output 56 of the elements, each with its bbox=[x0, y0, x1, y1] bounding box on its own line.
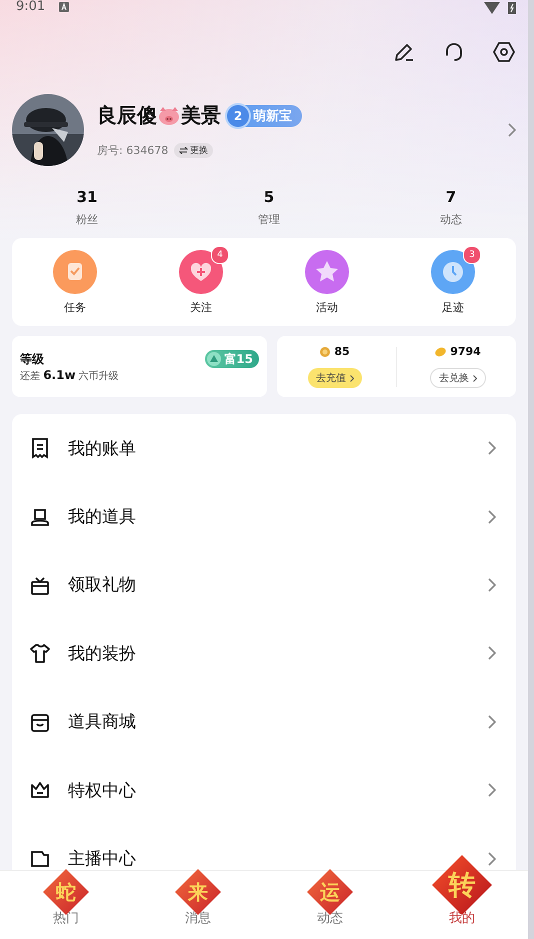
level-badge: 2 萌新宝 bbox=[227, 104, 302, 126]
chevron-icon bbox=[488, 714, 496, 729]
quick-action-icon[interactable] bbox=[305, 250, 349, 294]
menu-icon bbox=[29, 642, 51, 664]
count-badge: 4 bbox=[211, 246, 229, 264]
stat-label: 管理 bbox=[258, 212, 280, 227]
rank-badge: 富15 bbox=[205, 350, 259, 368]
upgrade-hint: 还差 6.1w 六币升级 bbox=[20, 368, 120, 383]
settings-icon[interactable] bbox=[492, 40, 516, 64]
pig-icon bbox=[157, 106, 181, 126]
balance-amount: 85 bbox=[334, 345, 350, 358]
balance-amount: 9794 bbox=[450, 345, 481, 358]
room-number: 房号: 634678 bbox=[97, 143, 168, 158]
quick-action-label[interactable]: 活动 bbox=[316, 300, 338, 315]
menu-item[interactable]: 我的道具 bbox=[68, 505, 136, 528]
chevron-icon bbox=[488, 510, 496, 524]
notification-icon bbox=[59, 2, 70, 12]
menu-icon bbox=[29, 437, 51, 460]
stat-value: 7 bbox=[446, 188, 456, 206]
menu-item[interactable]: 特权中心 bbox=[68, 778, 136, 802]
chevron-icon bbox=[473, 374, 477, 382]
user-name: 良辰傻 bbox=[97, 102, 157, 129]
menu-item[interactable]: 主播中心 bbox=[68, 847, 136, 870]
quick-action-label[interactable]: 关注 bbox=[190, 300, 212, 315]
battery-icon bbox=[508, 2, 516, 14]
menu-item[interactable]: 我的装扮 bbox=[68, 642, 136, 665]
status-time: 9:01 bbox=[16, 0, 46, 14]
quick-action-icon[interactable] bbox=[179, 250, 223, 294]
quick-action-icon[interactable] bbox=[431, 250, 475, 294]
switch-button[interactable]: 更换 bbox=[174, 143, 214, 158]
menu-item[interactable]: 领取礼物 bbox=[68, 573, 136, 596]
chevron-icon bbox=[488, 783, 496, 798]
menu-item[interactable]: 道具商城 bbox=[68, 710, 136, 734]
quick-action-icon[interactable] bbox=[53, 250, 97, 294]
menu-item[interactable]: 我的账单 bbox=[68, 436, 136, 460]
recharge-button[interactable]: 去充值 bbox=[308, 368, 362, 388]
count-badge: 3 bbox=[463, 246, 481, 264]
chevron-icon[interactable] bbox=[508, 123, 516, 137]
chevron-icon bbox=[488, 646, 496, 660]
swap-icon bbox=[179, 147, 188, 154]
chevron-icon bbox=[350, 374, 354, 382]
stat-value: 31 bbox=[76, 188, 98, 206]
quick-action-label[interactable]: 足迹 bbox=[442, 300, 464, 315]
user-name: 美景 bbox=[181, 102, 221, 129]
exchange-button[interactable]: 去兑换 bbox=[430, 368, 486, 388]
chevron-icon bbox=[488, 578, 496, 592]
signal-icon bbox=[484, 2, 500, 14]
quick-action-label[interactable]: 任务 bbox=[64, 300, 86, 315]
level-title: 等级 bbox=[20, 350, 44, 368]
bean-icon bbox=[435, 346, 446, 356]
chevron-icon bbox=[488, 441, 496, 456]
stat-label: 动态 bbox=[440, 212, 462, 227]
stat-label: 粉丝 bbox=[76, 212, 98, 227]
stat-value: 5 bbox=[264, 188, 274, 206]
coin-icon bbox=[320, 346, 330, 356]
chevron-icon bbox=[488, 852, 496, 866]
